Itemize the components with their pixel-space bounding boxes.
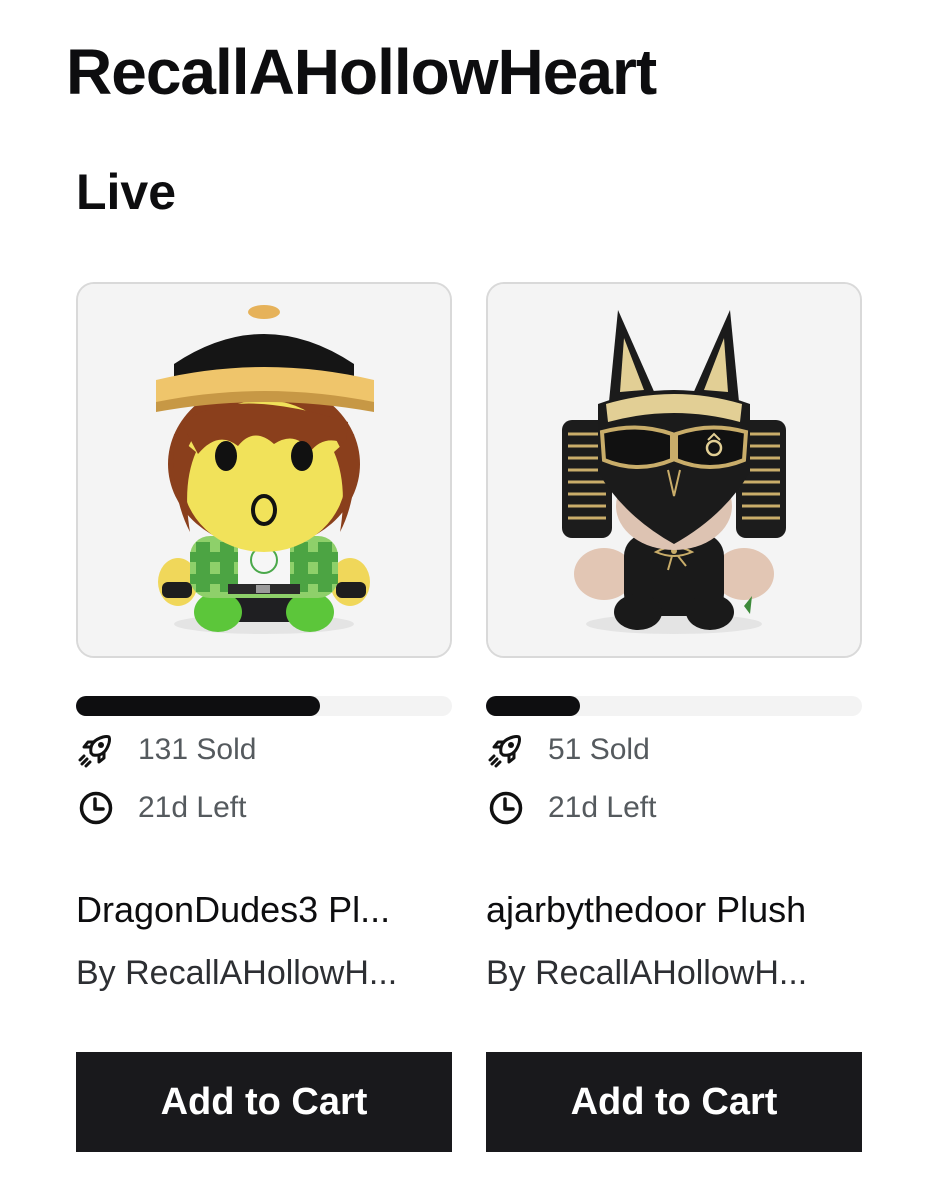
rocket-icon (76, 730, 116, 770)
time-left-row: 21d Left (486, 786, 862, 830)
rocket-icon (486, 730, 526, 770)
sales-progress-bar (76, 696, 452, 716)
sold-count: 51 Sold (548, 733, 650, 766)
store-page: RecallAHollowHeart Live 131 Sold 21d Lef… (0, 0, 940, 1200)
product-image[interactable] (76, 282, 452, 658)
product-card[interactable]: 51 Sold 21d Left ajarbythedoor Plush By … (486, 282, 862, 1152)
product-creator[interactable]: By RecallAHollowH... (486, 952, 862, 994)
product-creator[interactable]: By RecallAHollowH... (76, 952, 452, 994)
sold-count-row: 131 Sold (76, 728, 452, 772)
sold-count-row: 51 Sold (486, 728, 862, 772)
clock-icon (486, 788, 526, 828)
sold-count: 131 Sold (138, 733, 257, 766)
plush-image (488, 284, 860, 656)
product-image[interactable] (486, 282, 862, 658)
time-left: 21d Left (138, 791, 247, 824)
product-card[interactable]: 131 Sold 21d Left DragonDudes3 Pl... By … (76, 282, 452, 1152)
time-left: 21d Left (548, 791, 657, 824)
add-to-cart-button[interactable]: Add to Cart (76, 1052, 452, 1152)
add-to-cart-button[interactable]: Add to Cart (486, 1052, 862, 1152)
product-name[interactable]: DragonDudes3 Pl... (76, 888, 452, 932)
store-title: RecallAHollowHeart (66, 36, 657, 108)
product-name[interactable]: ajarbythedoor Plush (486, 888, 862, 932)
time-left-row: 21d Left (76, 786, 452, 830)
clock-icon (76, 788, 116, 828)
sales-progress-fill (76, 696, 321, 716)
sales-progress-fill (486, 696, 580, 716)
plush-image (78, 284, 450, 656)
section-title-live: Live (76, 164, 177, 220)
sales-progress-bar (486, 696, 862, 716)
